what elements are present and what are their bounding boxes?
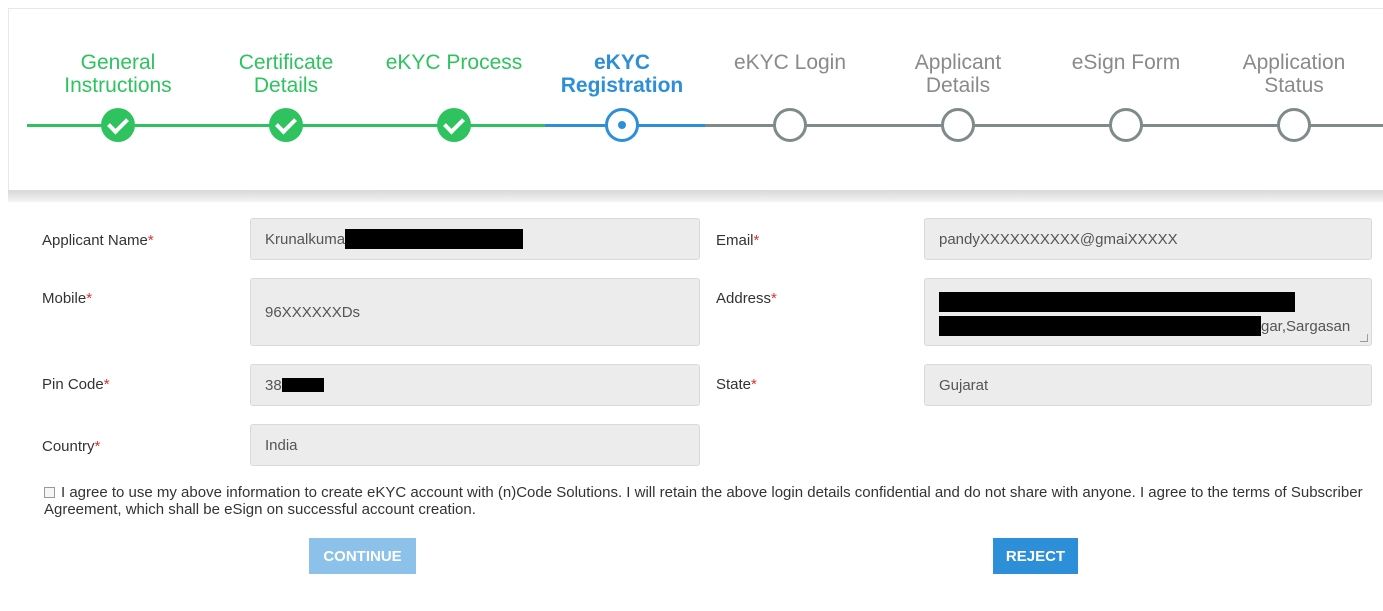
mobile-field[interactable]: 96XXXXXXDs	[250, 278, 700, 346]
step-label: eKYC Registration	[560, 51, 684, 97]
step-label: Application Status	[1242, 51, 1346, 97]
country-label: Country*	[42, 438, 101, 455]
pin-code-field[interactable]: 38	[250, 364, 700, 406]
check-icon	[269, 108, 303, 142]
continue-button[interactable]: CONTINUE	[309, 538, 416, 574]
applicant-name-field[interactable]: Krunalkuma	[250, 218, 700, 260]
check-icon	[101, 108, 135, 142]
ekyc-registration-form: Applicant Name* Krunalkuma Email* pandyX…	[10, 204, 1383, 611]
address-label: Address*	[716, 290, 777, 307]
country-field[interactable]: India	[250, 424, 700, 466]
pending-step-icon	[941, 108, 975, 142]
agreement-text: I agree to use my above information to c…	[44, 484, 1363, 518]
email-value: pandyXXXXXXXXXX@gmaiXXXXX	[939, 230, 1178, 248]
resize-handle-icon[interactable]	[1359, 334, 1369, 342]
pending-step-icon	[1109, 108, 1143, 142]
applicant-name-label: Applicant Name*	[42, 232, 154, 249]
step-label: Applicant Details	[914, 51, 1002, 97]
address-value: gar,Sargasan	[1261, 317, 1351, 335]
agreement-block: I agree to use my above information to c…	[44, 484, 1364, 518]
redaction-bar	[939, 292, 1295, 312]
reject-button[interactable]: REJECT	[993, 538, 1078, 574]
email-label: Email*	[716, 232, 760, 249]
step-label: General Instructions	[64, 51, 172, 97]
state-value: Gujarat	[939, 376, 989, 394]
pending-step-icon	[1277, 108, 1311, 142]
redaction-bar	[939, 316, 1261, 336]
progress-stepper: General Instructions Certificate Details e…	[8, 8, 1383, 196]
mobile-value: 96XXXXXXDs	[265, 303, 361, 321]
step-label: eSign Form	[1071, 51, 1181, 74]
section-divider	[8, 190, 1383, 202]
pending-step-icon	[773, 108, 807, 142]
redaction-bar	[281, 378, 324, 392]
current-step-icon	[605, 108, 639, 142]
step-label: eKYC Login	[733, 51, 847, 74]
country-value: India	[265, 436, 298, 454]
state-field[interactable]: Gujarat	[924, 364, 1372, 406]
email-field[interactable]: pandyXXXXXXXXXX@gmaiXXXXX	[924, 218, 1372, 260]
pin-code-value: 38	[265, 376, 282, 394]
step-label: Certificate Details	[238, 51, 334, 97]
applicant-name-value: Krunalkuma	[265, 230, 346, 248]
pin-code-label: Pin Code*	[42, 376, 110, 393]
redaction-bar	[345, 229, 524, 249]
state-label: State*	[716, 376, 757, 393]
check-icon	[437, 108, 471, 142]
step-label: eKYC Process	[385, 51, 523, 74]
address-textarea[interactable]: gar,Sargasan	[924, 278, 1372, 346]
mobile-label: Mobile*	[42, 290, 93, 307]
agreement-checkbox[interactable]	[44, 487, 55, 498]
